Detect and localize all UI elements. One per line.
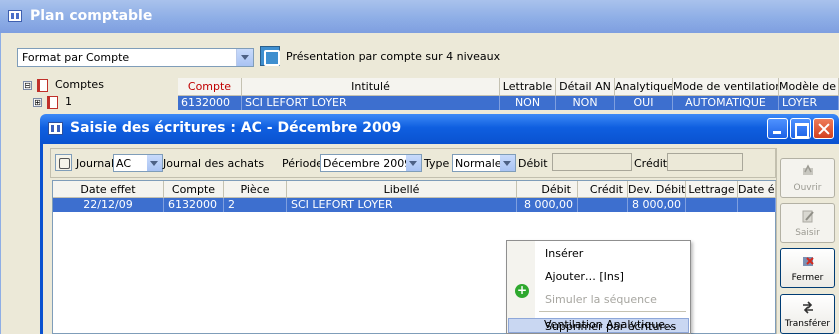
table-cell: NON [556,96,615,110]
column-header[interactable]: Dev. Débit [628,181,686,198]
expand-icon[interactable]: ⊞ [33,98,42,107]
inner-window-title: Saisie des écritures : AC - Décembre 200… [70,120,402,136]
column-header[interactable]: Date éché [738,181,776,198]
window-icon [48,122,63,135]
account-tree: ⊟ Comptes ⊞ 1 [23,78,178,112]
close-button[interactable] [813,118,834,139]
transfer-icon [803,301,813,314]
menu-item-simuler[interactable]: Simuler la séquence [545,293,657,306]
tree-item-comptes[interactable]: ⊟ Comptes [23,78,178,95]
column-header[interactable]: Débit [517,181,578,198]
transferer-button[interactable]: Transférer [780,294,835,334]
credit-field [667,153,743,171]
open-icon [803,164,813,175]
outer-window-titlebar: Plan comptable [0,0,839,33]
column-header[interactable]: Pièce [224,181,287,198]
credit-label: Crédit [634,157,668,170]
chevron-down-icon[interactable] [236,49,253,66]
table-cell: 6132000 [164,198,224,212]
entries-grid-header: Date effet Compte Pièce Libellé Débit Cr… [53,181,776,198]
format-select[interactable]: Format par Compte [17,48,254,67]
presentation-label: Présentation par compte sur 4 niveaux [286,50,501,63]
menu-item-ventilation[interactable]: Ventilation Analytique… [544,318,676,331]
type-value: Normale [455,157,502,170]
chevron-down-icon[interactable] [147,155,162,171]
table-cell: 22/12/09 [53,198,164,212]
format-select-value: Format par Compte [22,51,130,64]
column-header[interactable]: Libellé [287,181,517,198]
type-select[interactable]: Normale [452,154,516,172]
presentation-icon[interactable] [260,46,280,66]
saisir-button[interactable]: Saisir [780,203,835,243]
column-header[interactable]: Lettrage [686,181,738,198]
column-header[interactable]: Date effet [53,181,164,198]
column-header[interactable]: Mode de ventilation [673,78,779,96]
book-icon [37,79,48,92]
inner-window-titlebar: Saisie des écritures : AC - Décembre 200… [40,114,839,144]
window-icon [8,10,22,22]
table-cell: SCI LEFORT LOYER [287,198,517,212]
chevron-down-icon[interactable] [406,155,421,171]
journal-icon[interactable] [55,154,72,171]
table-cell: LOYER [779,96,839,110]
tree-item-1[interactable]: ⊞ 1 [23,95,178,112]
fermer-button[interactable]: Fermer [780,248,835,288]
close-doc-icon [803,257,814,266]
chevron-down-icon[interactable] [500,155,515,171]
table-cell: AUTOMATIQUE [673,96,779,110]
add-icon: + [515,283,529,298]
journal-label: Journal [76,157,115,170]
table-row[interactable]: 6132000 SCI LEFORT LOYER NON NON OUI AUT… [178,96,839,110]
menu-item-ajouter[interactable]: Ajouter… [Ins] [545,270,624,283]
periode-select[interactable]: Décembre 2009 [320,154,422,172]
column-header[interactable]: Compte [178,78,242,96]
periode-label: Période [282,157,324,170]
table-cell: 8 000,00 [628,198,686,212]
collapse-icon[interactable]: ⊟ [23,81,32,90]
table-cell: 2 [224,198,287,212]
journal-value: AC [116,157,132,170]
table-cell [686,198,738,212]
button-label: Fermer [791,273,824,283]
button-label: Ouvrir [793,183,822,193]
column-header[interactable]: Détail AN [556,78,615,96]
button-label: Saisir [795,228,820,238]
periode-value: Décembre 2009 [323,157,412,170]
outer-window-title: Plan comptable [30,8,153,24]
table-row[interactable]: 22/12/09 6132000 2 SCI LEFORT LOYER 8 00… [53,198,776,212]
button-label: Transférer [784,319,831,329]
edit-icon [802,210,814,223]
debit-field [552,153,632,171]
minimize-button[interactable] [767,118,788,139]
column-header[interactable]: Crédit [578,181,628,198]
ouvrir-button[interactable]: Ouvrir [780,158,835,198]
book-icon [47,96,58,109]
column-header[interactable]: Compte [164,181,224,198]
journal-name: Journal des achats [163,157,265,170]
table-cell [738,198,776,212]
column-header[interactable]: Intitulé [242,78,500,96]
menu-item-inserer[interactable]: Insérer [545,247,583,260]
column-header[interactable]: Lettrable [500,78,556,96]
table-cell: 8 000,00 [517,198,578,212]
accounts-grid-header: Compte Intitulé Lettrable Détail AN Anal… [178,78,839,96]
table-cell: 6132000 [178,96,242,110]
column-header[interactable]: Analytique [615,78,673,96]
maximize-button[interactable] [790,118,811,139]
tree-item-label: Comptes [55,78,104,91]
tree-item-label: 1 [65,95,72,108]
journal-select[interactable]: AC [113,154,163,172]
column-header[interactable]: Modèle de ventil [779,78,839,96]
debit-label: Débit [518,157,548,170]
menu-separator [539,311,686,312]
table-cell: SCI LEFORT LOYER [242,96,500,110]
type-label: Type [424,157,450,170]
table-cell: OUI [615,96,673,110]
table-cell: NON [500,96,556,110]
table-cell [578,198,628,212]
